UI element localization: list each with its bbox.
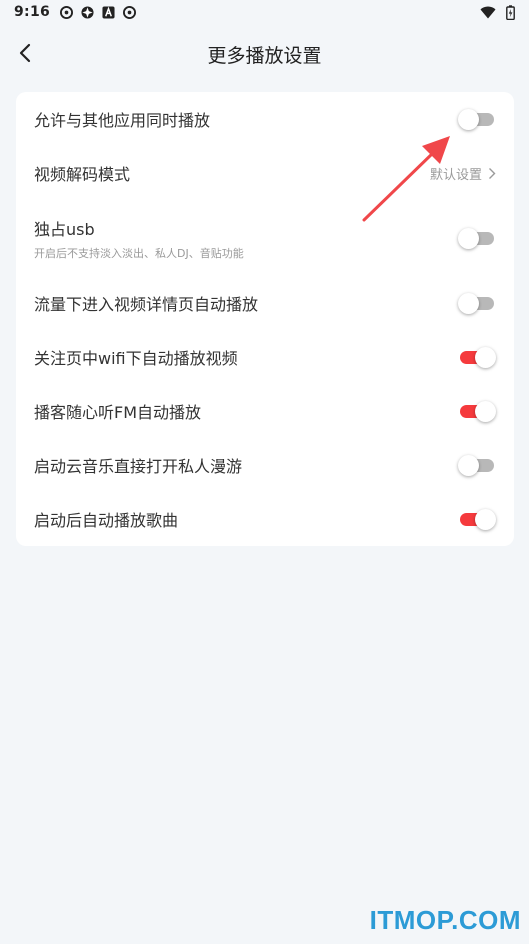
page-title: 更多播放设置 xyxy=(207,44,322,67)
setting-label: 关注页中wifi下自动播放视频 xyxy=(34,349,238,368)
setting-label: 启动后自动播放歌曲 xyxy=(34,511,179,530)
toggle-podcast-fm-autoplay[interactable] xyxy=(458,400,496,422)
back-button[interactable] xyxy=(10,38,40,68)
setting-row-open-private-roaming[interactable]: 启动云音乐直接打开私人漫游 xyxy=(16,438,514,492)
netease-music-notification-icon-2 xyxy=(123,5,137,19)
status-notification-icons xyxy=(60,5,137,19)
chevron-right-icon xyxy=(489,167,496,179)
toggle-mix-playback[interactable] xyxy=(458,108,496,130)
status-system-icons xyxy=(480,4,515,20)
chevron-left-icon xyxy=(19,43,31,63)
toggle-open-private-roaming[interactable] xyxy=(458,454,496,476)
setting-label: 允许与其他应用同时播放 xyxy=(34,111,211,130)
watermark: ITMOP.COM xyxy=(369,905,521,935)
battery-charging-icon xyxy=(506,4,515,20)
toggle-exclusive-usb[interactable] xyxy=(458,227,496,249)
setting-label: 启动云音乐直接打开私人漫游 xyxy=(34,457,243,476)
wifi-icon xyxy=(480,6,496,18)
annotation-arrow-icon xyxy=(362,136,450,222)
setting-row-podcast-fm-autoplay[interactable]: 播客随心听FM自动播放 xyxy=(16,384,514,438)
setting-row-autoplay-video-cellular[interactable]: 流量下进入视频详情页自动播放 xyxy=(16,276,514,330)
toggle-autoplay-video-cellular[interactable] xyxy=(458,292,496,314)
status-time: 9:16 xyxy=(14,4,51,20)
status-bar: 9:16 xyxy=(0,0,529,24)
setting-description: 开启后不支持淡入淡出、私人DJ、音贴功能 xyxy=(34,246,244,260)
text-a-notification-icon xyxy=(102,5,115,19)
setting-label: 播客随心听FM自动播放 xyxy=(34,403,202,422)
toggle-autoplay-on-start[interactable] xyxy=(458,508,496,530)
netease-music-notification-icon xyxy=(60,5,74,19)
setting-label: 流量下进入视频详情页自动播放 xyxy=(34,295,259,314)
toggle-autoplay-follow-wifi[interactable] xyxy=(458,346,496,368)
aperture-notification-icon xyxy=(81,5,94,19)
setting-row-autoplay-follow-wifi[interactable]: 关注页中wifi下自动播放视频 xyxy=(16,330,514,384)
setting-row-autoplay-on-start[interactable]: 启动后自动播放歌曲 xyxy=(16,492,514,546)
header: 更多播放设置 xyxy=(0,24,529,84)
